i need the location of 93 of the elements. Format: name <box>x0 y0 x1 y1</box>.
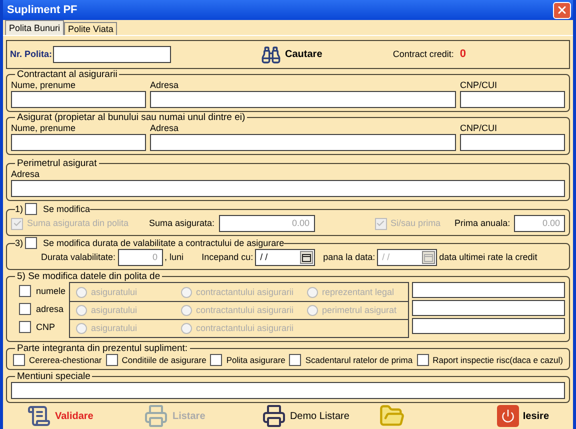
window-title: Supliment PF <box>7 4 78 16</box>
checkbox-label: Suma asigurata din polita <box>27 218 130 229</box>
radio-label: asiguratului <box>91 286 138 298</box>
radio-label: asiguratului <box>91 323 138 334</box>
text-field[interactable] <box>150 134 456 151</box>
section-number: 3) <box>15 237 24 249</box>
group-title: Asigurat (propietar al bunului sau numai unul dintre ei) <box>16 112 246 123</box>
validate-button[interactable]: Validare <box>27 404 144 428</box>
scroll-icon <box>27 404 51 428</box>
group-title: 5) Se modifica datele din polita de <box>16 271 162 282</box>
radio-button[interactable] <box>76 323 87 334</box>
text-field[interactable] <box>11 382 565 399</box>
radio-button[interactable] <box>181 286 192 298</box>
tab[interactable]: Polita Bunuri <box>5 20 64 35</box>
field-label: Incepand cu: <box>202 252 254 263</box>
field-note: data ultimei rate la credit <box>439 252 538 263</box>
text-field[interactable] <box>53 46 172 63</box>
text-field[interactable] <box>460 134 565 151</box>
checkbox-label: Scadentarul ratelor de prima <box>305 354 413 366</box>
field-label: Nume, prenume <box>11 80 77 91</box>
field-label: Prima anuala: <box>454 218 510 229</box>
checkbox-label: adresa <box>36 304 64 314</box>
power-icon <box>496 405 519 427</box>
field-label: CNP/CUI <box>460 123 498 134</box>
checkbox[interactable] <box>19 321 31 333</box>
group-title: Parte integranta din prezentul supliment: <box>16 343 189 354</box>
checkbox-label: Si/sau prima <box>390 218 442 229</box>
checkbox[interactable] <box>416 354 429 366</box>
radio-label: contractantului asigurarii <box>196 286 294 298</box>
text-field[interactable] <box>150 91 456 108</box>
field-label: Nr. Polita: <box>10 49 52 60</box>
field-label: Nume, prenume <box>11 123 77 134</box>
checkbox[interactable] <box>106 354 118 366</box>
checkbox[interactable] <box>210 354 222 366</box>
text-field[interactable] <box>412 282 565 298</box>
group-title: Se modifica durata de valabilitate a contractului de asigurare <box>43 237 284 249</box>
binoculars-icon <box>261 44 282 64</box>
checkbox-label: Raport inspectie risc(daca e cazul) <box>432 354 563 366</box>
field-label: pana la data: <box>323 252 376 263</box>
date-field[interactable]: / / <box>255 249 316 266</box>
checkbox[interactable] <box>19 303 31 315</box>
checkbox-label: Polita asigurare <box>226 354 286 366</box>
checkbox[interactable] <box>13 354 25 366</box>
group-title: Perimetrul asigurat <box>16 158 98 169</box>
radio-button[interactable] <box>76 305 87 316</box>
unit-label: , luni <box>164 252 184 263</box>
group-title: Contractant al asigurarii <box>16 69 118 80</box>
checkbox[interactable] <box>19 285 31 297</box>
close-button[interactable] <box>553 2 571 18</box>
radio-label: reprezentant legal <box>322 286 394 298</box>
checkbox[interactable] <box>289 354 302 366</box>
checkbox[interactable] <box>25 203 38 215</box>
text-field[interactable] <box>11 134 146 151</box>
radio-label: contractantului asigurarii <box>196 305 294 316</box>
field-label: Durata valabilitate: <box>41 252 116 263</box>
check-icon <box>12 219 22 228</box>
text-field[interactable] <box>11 180 565 197</box>
print-button[interactable]: Demo Listare <box>262 404 380 428</box>
radio-button[interactable] <box>181 305 192 316</box>
radio-button[interactable] <box>181 323 192 334</box>
group-title: Se modifica <box>43 203 90 215</box>
calendar-icon[interactable] <box>300 251 314 264</box>
field-label: CNP/CUI <box>460 80 498 91</box>
radio-label: asiguratului <box>91 305 138 316</box>
field-label: Suma asigurata: <box>149 218 215 229</box>
group-title: Mentiuni speciale <box>16 371 92 382</box>
radio-label: perimetrul asigurat <box>322 305 397 316</box>
exit-button[interactable]: Iesire <box>496 405 550 427</box>
radio-label: contractantului asigurarii <box>196 323 294 334</box>
radio-button[interactable] <box>307 286 318 298</box>
text-field[interactable] <box>460 91 565 108</box>
checkbox[interactable] <box>25 237 38 249</box>
field-label: Adresa <box>11 169 41 180</box>
printer-icon <box>262 404 286 428</box>
radio-button[interactable] <box>76 286 87 298</box>
tab[interactable]: Polite Viata <box>64 22 118 35</box>
close-icon <box>556 4 568 16</box>
checkbox-label: numele <box>36 286 66 296</box>
search-button[interactable]: Cautare <box>261 44 322 64</box>
check-icon <box>376 219 386 228</box>
checkbox-label: CNP <box>36 322 56 332</box>
text-field[interactable] <box>412 318 565 334</box>
section-number: 1) <box>15 203 24 215</box>
checkbox-label: Conditiile de asigurare <box>122 354 206 366</box>
field-label: Adresa <box>150 123 180 134</box>
field-label: Contract credit: <box>392 49 454 60</box>
text-field[interactable] <box>412 300 565 316</box>
credit-value: 0 <box>460 49 466 60</box>
checkbox-label: Cererea-chestionar <box>29 354 102 366</box>
printer-icon <box>144 404 168 428</box>
text-field[interactable] <box>11 91 146 108</box>
field-label: Adresa <box>150 80 180 91</box>
radio-button[interactable] <box>307 305 318 316</box>
